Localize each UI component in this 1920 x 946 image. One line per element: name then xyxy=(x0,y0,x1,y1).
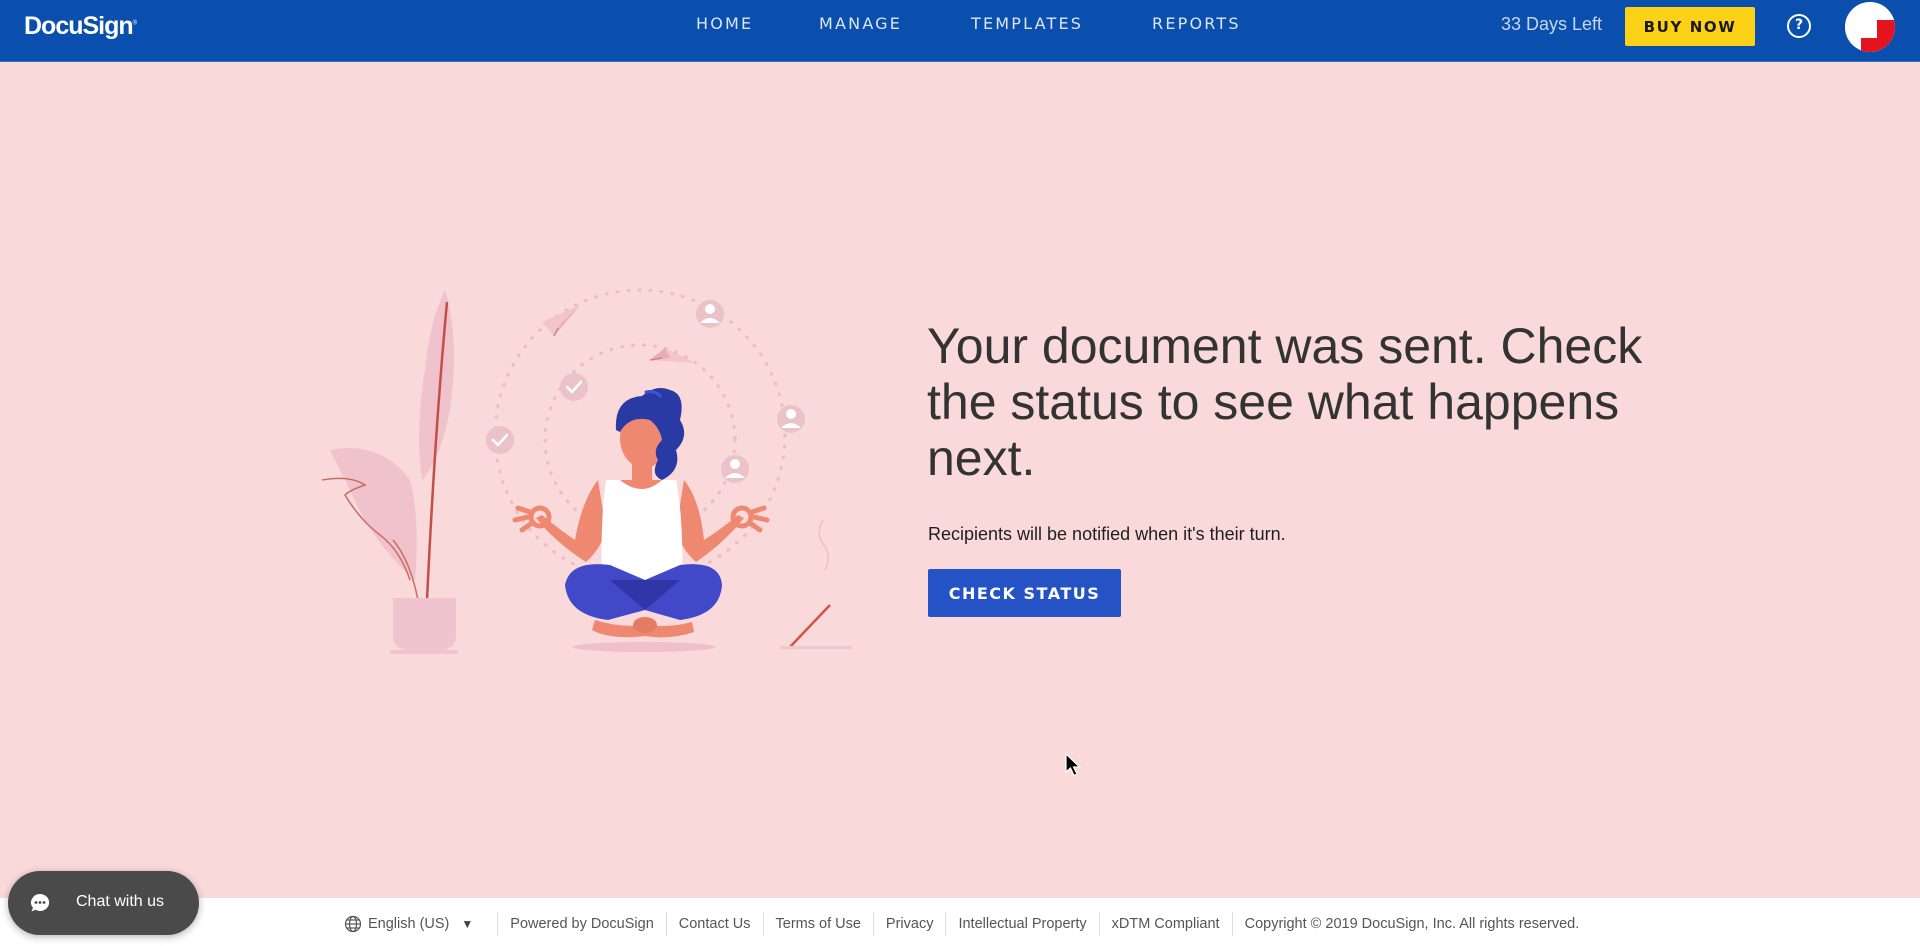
user-avatar[interactable] xyxy=(1845,2,1895,52)
check-status-button[interactable]: CHECK STATUS xyxy=(928,569,1121,617)
caret-down-icon: ▼ xyxy=(461,917,474,931)
confirmation-subtext: Recipients will be notified when it's th… xyxy=(928,524,1286,544)
docusign-logo[interactable]: DocuSign® xyxy=(24,12,138,41)
footer-link-contact-us[interactable]: Contact Us xyxy=(679,916,751,932)
footer-divider xyxy=(762,912,764,936)
chat-bubble-icon xyxy=(31,893,50,912)
footer-links: English (US) ▼ Powered by DocuSign Conta… xyxy=(344,912,1579,936)
copyright-text: Copyright © 2019 DocuSign, Inc. All righ… xyxy=(1244,916,1580,932)
globe-icon xyxy=(344,915,362,933)
meditating-woman-figure xyxy=(512,388,770,652)
person-badge-icon xyxy=(721,455,749,483)
meditation-illustration xyxy=(310,280,870,660)
footer-divider xyxy=(945,912,947,936)
footer: English (US) ▼ Powered by DocuSign Conta… xyxy=(0,898,1920,946)
footer-divider xyxy=(1098,912,1100,936)
footer-divider xyxy=(497,912,499,936)
buy-now-button[interactable]: BUY NOW xyxy=(1625,7,1755,46)
mouse-cursor-icon xyxy=(1065,753,1081,777)
language-label: English (US) xyxy=(368,916,450,932)
logo-text: DocuSign xyxy=(24,12,134,40)
confirmation-headline: Your document was sent. Check the status… xyxy=(927,318,1643,486)
footer-link-powered-by[interactable]: Powered by DocuSign xyxy=(510,916,653,932)
trial-days-left: 33 Days Left xyxy=(1501,14,1603,34)
incense-icon xyxy=(780,519,852,649)
chat-with-us-button[interactable]: Chat with us xyxy=(8,871,199,935)
nav-templates[interactable]: TEMPLATES xyxy=(971,14,1083,33)
paper-plane-icon xyxy=(649,348,695,363)
language-selector[interactable]: English (US) ▼ xyxy=(344,915,485,933)
check-badge-icon xyxy=(486,426,514,454)
nav-home[interactable]: HOME xyxy=(696,14,753,33)
plant-icon xyxy=(321,290,458,654)
nav-manage[interactable]: MANAGE xyxy=(819,14,902,33)
person-badge-icon xyxy=(777,405,805,433)
check-badge-icon xyxy=(560,373,588,401)
footer-link-xdtm-compliant[interactable]: xDTM Compliant xyxy=(1112,916,1220,932)
footer-divider xyxy=(872,912,874,936)
footer-link-intellectual-property[interactable]: Intellectual Property xyxy=(958,916,1086,932)
footer-link-terms[interactable]: Terms of Use xyxy=(776,916,861,932)
footer-link-privacy[interactable]: Privacy xyxy=(886,916,934,932)
chat-label: Chat with us xyxy=(76,893,165,910)
nav-reports[interactable]: REPORTS xyxy=(1152,14,1241,33)
help-icon[interactable]: ? xyxy=(1787,14,1811,38)
footer-divider xyxy=(1231,912,1233,936)
registered-mark: ® xyxy=(132,20,138,27)
top-nav-bar: DocuSign® HOME MANAGE TEMPLATES REPORTS … xyxy=(0,0,1920,62)
footer-divider xyxy=(665,912,667,936)
avatar-logo-icon xyxy=(1845,2,1895,52)
paper-plane-icon xyxy=(542,305,580,337)
person-badge-icon xyxy=(696,300,724,328)
